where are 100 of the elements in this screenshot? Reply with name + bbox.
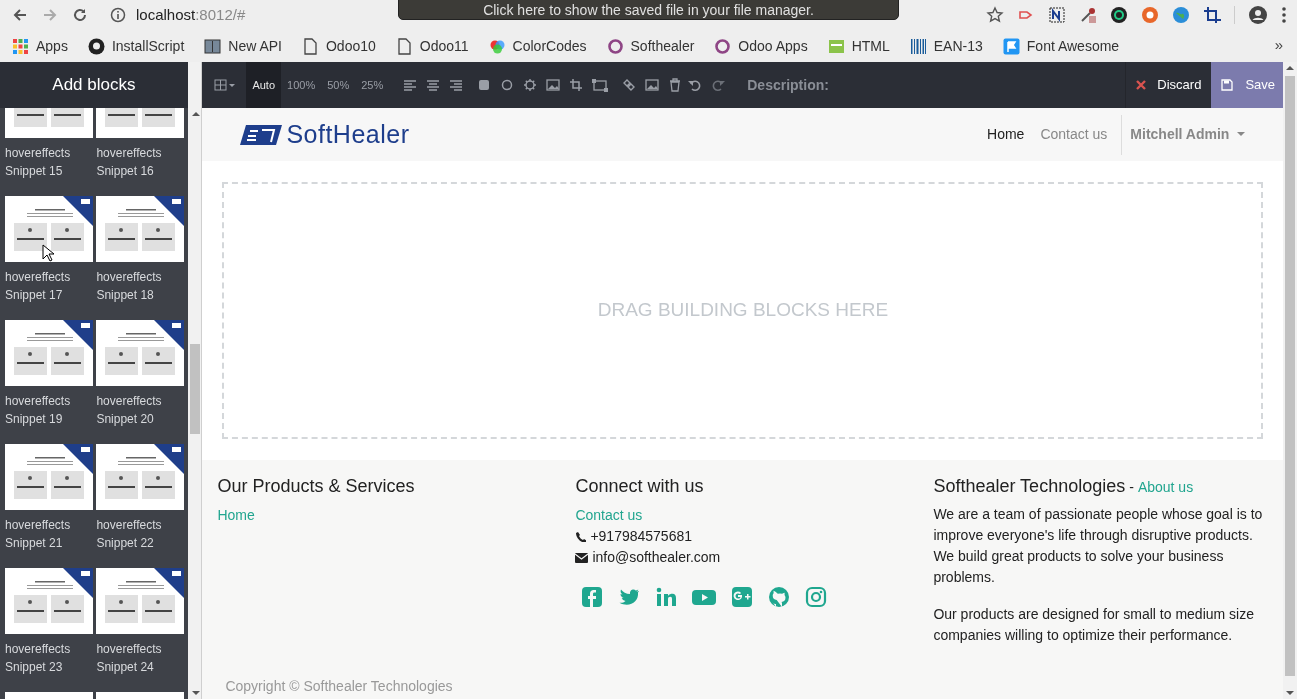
ring-icon [606, 37, 624, 55]
sidebar-title: Add blocks [52, 74, 136, 97]
ring-icon [714, 37, 732, 55]
eyedropper-icon[interactable] [1079, 6, 1097, 24]
snippet-thumbnail[interactable] [5, 196, 93, 262]
size-option[interactable]: Auto [246, 62, 282, 108]
scrollbar-thumb[interactable] [189, 344, 200, 434]
envelope-icon [575, 552, 589, 563]
apps-grid-icon [12, 37, 29, 55]
globe-icon[interactable] [1172, 6, 1190, 24]
trash-icon[interactable] [668, 78, 683, 92]
gear-icon[interactable] [523, 78, 538, 92]
back-icon[interactable] [12, 7, 28, 23]
size-option[interactable]: 25% [355, 62, 390, 108]
bookmark[interactable]: InstallScript [87, 35, 185, 57]
description-label: Description: [747, 75, 829, 95]
bookmark[interactable]: EAN-13 [909, 35, 983, 57]
snippet-thumbnail[interactable] [5, 320, 93, 386]
bookmark[interactable]: Odoo11 [395, 35, 469, 57]
scroll-down-icon[interactable] [1286, 691, 1295, 695]
url-text: localhost:8012/# [136, 4, 246, 25]
size-option[interactable]: 50% [321, 62, 356, 108]
logo-mark-icon [240, 123, 283, 146]
snippet-thumbnail[interactable] [96, 320, 185, 386]
bookmark[interactable]: New API [204, 35, 282, 57]
color-wheel-icon[interactable] [1110, 6, 1128, 24]
email-address: info@softhealer.com [592, 548, 721, 567]
phone-icon [575, 531, 587, 542]
undo-icon[interactable] [688, 78, 703, 92]
image-icon[interactable] [645, 78, 660, 92]
nav-link[interactable]: Home [979, 124, 1033, 145]
footer-heading: Connect with us [575, 476, 705, 496]
separator-text: - [1129, 478, 1134, 497]
align-center-icon[interactable] [426, 78, 441, 92]
bookmark[interactable]: Odoo Apps [714, 35, 808, 57]
crop-icon[interactable] [569, 78, 584, 92]
copyright-text: Copyright © Softhealer Technologies [225, 677, 454, 696]
snippet-thumbnail[interactable] [96, 444, 185, 510]
snippet-thumbnail[interactable] [5, 444, 93, 510]
footer-paragraph: Our products are designed for small to medium size companies willing to optimize their performance. [933, 605, 1255, 645]
star-icon[interactable] [986, 6, 1004, 24]
bookmark[interactable]: Font Awesome [1002, 35, 1120, 57]
snippet-label: hovereffects Snippet 16 [96, 145, 163, 180]
size-option[interactable]: 100% [281, 62, 322, 108]
bookmark[interactable]: ColorCodes [488, 35, 587, 57]
reload-icon[interactable] [72, 7, 88, 23]
footer-heading: Our Products & Services [217, 476, 416, 496]
drop-zone-text: DRAG BUILDING BLOCKS HERE [597, 298, 889, 323]
snippet-label: hovereffects Snippet 23 [5, 641, 72, 676]
extension-icon[interactable] [1048, 6, 1066, 24]
snippet-label: hovereffects Snippet 18 [96, 269, 163, 304]
close-icon [1136, 80, 1147, 90]
redo-icon[interactable] [711, 78, 726, 92]
snippet-label: hovereffects Snippet 15 [5, 145, 72, 180]
bookmark[interactable]: Softhealer [606, 35, 695, 57]
snippet-label: hovereffects Snippet 19 [5, 393, 72, 428]
lifebuoy-icon[interactable] [1141, 6, 1159, 24]
google-plus-icon[interactable] [731, 586, 754, 608]
info-icon [110, 7, 126, 23]
footer-paragraph: We are a team of passionate people whose goal is to improve everyone's life through disruptive products. We build great products to solve your business problems. [933, 505, 1264, 587]
book-icon [204, 37, 222, 55]
instagram-icon[interactable] [805, 586, 828, 608]
barcode-icon [909, 37, 927, 55]
scrollbar-thumb[interactable] [1285, 76, 1296, 676]
align-left-icon[interactable] [403, 78, 418, 92]
link-icon[interactable] [622, 78, 637, 92]
snippet-label: hovereffects Snippet 21 [5, 517, 72, 552]
bookmark[interactable]: HTML [827, 35, 890, 57]
align-right-icon[interactable] [449, 78, 464, 92]
snippet-label: hovereffects Snippet 20 [96, 393, 163, 428]
snippet-thumbnail[interactable] [96, 196, 185, 262]
scroll-up-icon[interactable] [1286, 66, 1295, 70]
crop-icon[interactable] [1203, 6, 1221, 24]
account-icon[interactable] [1248, 5, 1268, 25]
image-icon[interactable] [546, 78, 561, 92]
more-bookmarks-button[interactable]: » [1274, 34, 1283, 57]
menu-icon[interactable] [1281, 6, 1287, 24]
page-icon [395, 37, 413, 55]
rounded-square-icon[interactable] [477, 78, 492, 92]
github-icon[interactable] [768, 586, 791, 608]
resize-icon[interactable] [592, 78, 609, 92]
caret-icon [1237, 132, 1246, 137]
snippet-thumbnail[interactable] [5, 568, 93, 634]
snippet-label: hovereffects Snippet 24 [96, 641, 163, 676]
phone-number: +917984575681 [590, 527, 692, 546]
snippet-label: hovereffects Snippet 22 [96, 517, 163, 552]
address-bar[interactable]: localhost:8012/# [110, 2, 380, 28]
logo-text: SoftHealer [286, 118, 410, 150]
grid-icon[interactable] [214, 78, 237, 92]
snippet-thumbnail[interactable] [96, 568, 185, 634]
save-button[interactable]: Save [1211, 62, 1284, 108]
page-icon [302, 37, 319, 55]
flag-icon [1002, 37, 1020, 55]
bookmark[interactable]: Apps [12, 35, 68, 57]
snippet-label: hovereffects Snippet 17 [5, 269, 72, 304]
linkedin-icon[interactable] [655, 586, 678, 608]
circle-icon[interactable] [500, 78, 515, 92]
facebook-icon[interactable] [581, 586, 604, 608]
bookmark[interactable]: Odoo10 [302, 35, 376, 57]
html-icon [827, 37, 845, 55]
